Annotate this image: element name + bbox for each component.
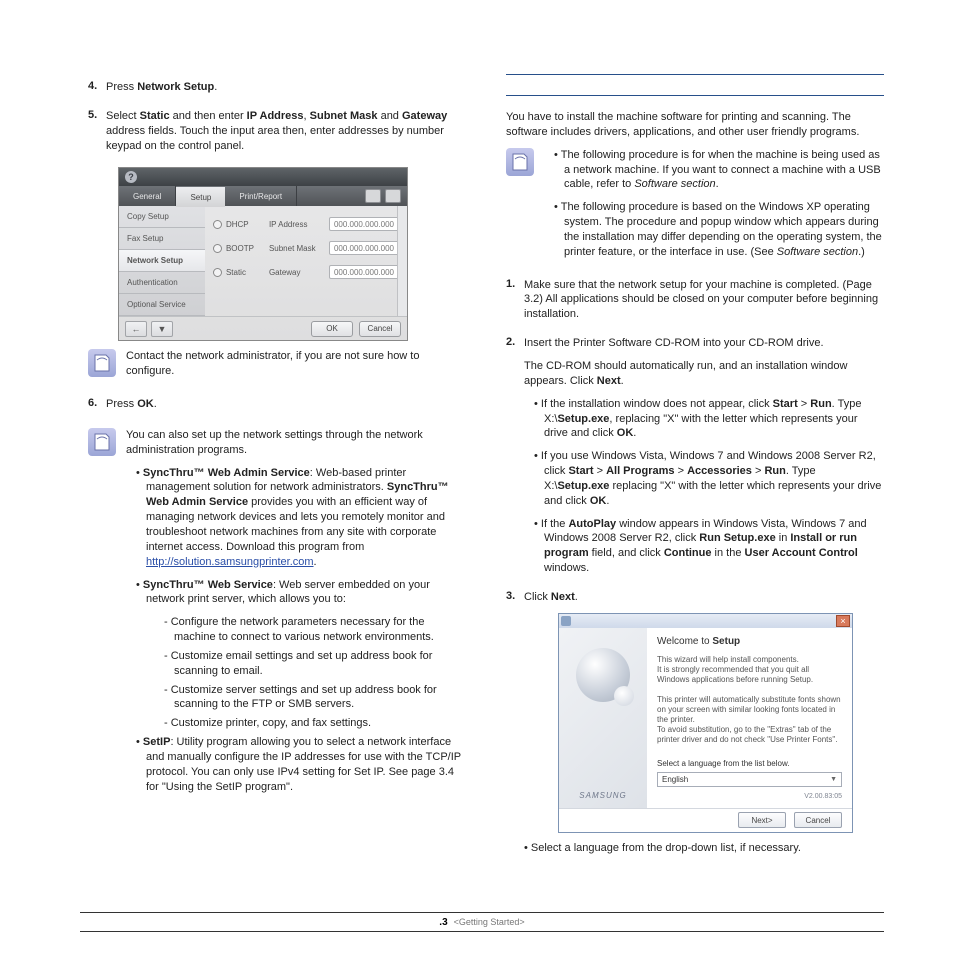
section-label: <Getting Started> bbox=[454, 917, 525, 927]
note-text: You can also set up the network settings… bbox=[126, 428, 466, 458]
radio-static: Static bbox=[213, 268, 259, 277]
download-link[interactable]: http://solution.samsungprinter.com bbox=[146, 556, 314, 568]
val-subnet: 000.000.000.000 bbox=[329, 241, 399, 255]
prod3: SetIP bbox=[143, 736, 171, 748]
close-icon: × bbox=[836, 615, 850, 627]
radio-dhcp: DHCP bbox=[213, 220, 259, 229]
cancel-button: Cancel bbox=[359, 321, 401, 337]
next-button: Next> bbox=[738, 812, 786, 828]
t: The CD-ROM should automatically run, and… bbox=[524, 360, 847, 387]
intro: You have to install the machine software… bbox=[506, 110, 884, 140]
chevron-down-icon: ▼ bbox=[830, 776, 837, 783]
ref: Software section bbox=[634, 178, 715, 190]
step2a: Insert the Printer Software CD-ROM into … bbox=[524, 336, 884, 351]
field-ip: IP Address bbox=[247, 110, 304, 122]
t: and bbox=[378, 110, 402, 122]
page-footer: .3 <Getting Started> bbox=[80, 912, 884, 932]
t: address fields. Touch the input area the… bbox=[106, 125, 444, 152]
val-ip: 000.000.000.000 bbox=[329, 217, 399, 231]
lbl-ip: IP Address bbox=[269, 220, 319, 229]
t: .) bbox=[858, 246, 865, 258]
t: The following procedure is for when the … bbox=[561, 149, 881, 191]
page-number: .3 bbox=[439, 917, 447, 928]
t: Press bbox=[106, 398, 137, 410]
globe-graphic bbox=[576, 648, 630, 702]
side-auth: Authentication bbox=[119, 272, 205, 294]
t: Press bbox=[106, 81, 137, 93]
dash: - Customize printer, copy, and fax setti… bbox=[164, 716, 466, 731]
field-subnet: Subnet Mask bbox=[310, 110, 378, 122]
printer-ui-screenshot: ? General Setup Print/Report Copy Setup … bbox=[118, 167, 408, 341]
note-icon bbox=[88, 428, 116, 456]
side-fax: Fax Setup bbox=[119, 228, 205, 250]
back-icon: ← bbox=[125, 321, 147, 337]
note-icon bbox=[88, 349, 116, 377]
note-icon bbox=[506, 148, 534, 176]
installer-screenshot: × SAMSUNG Welcome to Setup This wizard bbox=[558, 613, 853, 833]
dash: - Customize email settings and set up ad… bbox=[164, 649, 466, 679]
tab-setup: Setup bbox=[176, 187, 225, 207]
btn-label: Network Setup bbox=[137, 81, 214, 93]
t: Select bbox=[106, 110, 140, 122]
field-gateway: Gateway bbox=[402, 110, 447, 122]
val-gateway: 000.000.000.000 bbox=[329, 265, 399, 279]
app-icon bbox=[561, 616, 571, 626]
side-optional: Optional Service bbox=[119, 294, 205, 316]
dash: - Configure the network parameters neces… bbox=[164, 615, 466, 645]
next-label: Next bbox=[597, 375, 621, 387]
ref: Software section bbox=[777, 246, 858, 258]
after-note: • Select a language from the drop-down l… bbox=[524, 841, 884, 856]
ok-label: OK bbox=[137, 398, 154, 410]
scrollbar bbox=[397, 206, 407, 316]
next-label: Next bbox=[551, 591, 575, 603]
ok-button: OK bbox=[311, 321, 353, 337]
help-icon: ? bbox=[125, 171, 137, 183]
tab-print-report: Print/Report bbox=[225, 186, 297, 206]
side-copy: Copy Setup bbox=[119, 206, 205, 228]
toolbar-btn bbox=[385, 189, 401, 203]
note-text: Contact the network administrator, if yo… bbox=[126, 349, 466, 379]
t: Click bbox=[524, 591, 551, 603]
language-select: English▼ bbox=[657, 772, 842, 787]
down-icon: ▼ bbox=[151, 321, 173, 337]
side-network: Network Setup bbox=[119, 250, 205, 272]
lbl-gateway: Gateway bbox=[269, 268, 319, 277]
tab-general: General bbox=[119, 186, 176, 206]
lbl-subnet: Subnet Mask bbox=[269, 244, 319, 253]
radio-bootp: BOOTP bbox=[213, 244, 259, 253]
t: and then enter bbox=[170, 110, 247, 122]
font-note: This printer will automatically substitu… bbox=[657, 695, 842, 745]
step1: Make sure that the network setup for you… bbox=[524, 278, 884, 323]
prod2: SyncThru™ Web Service bbox=[143, 579, 273, 591]
brand-label: SAMSUNG bbox=[579, 791, 626, 800]
sel-label: Select a language from the list below. bbox=[657, 759, 842, 768]
opt-static: Static bbox=[140, 110, 170, 122]
dash: - Customize server settings and set up a… bbox=[164, 683, 466, 713]
t: : Utility program allowing you to select… bbox=[146, 736, 461, 793]
prod1: SyncThru™ Web Admin Service bbox=[143, 467, 310, 479]
version-label: V2.00.83:05 bbox=[657, 793, 842, 800]
toolbar-btn bbox=[365, 189, 381, 203]
cancel-button: Cancel bbox=[794, 812, 842, 828]
